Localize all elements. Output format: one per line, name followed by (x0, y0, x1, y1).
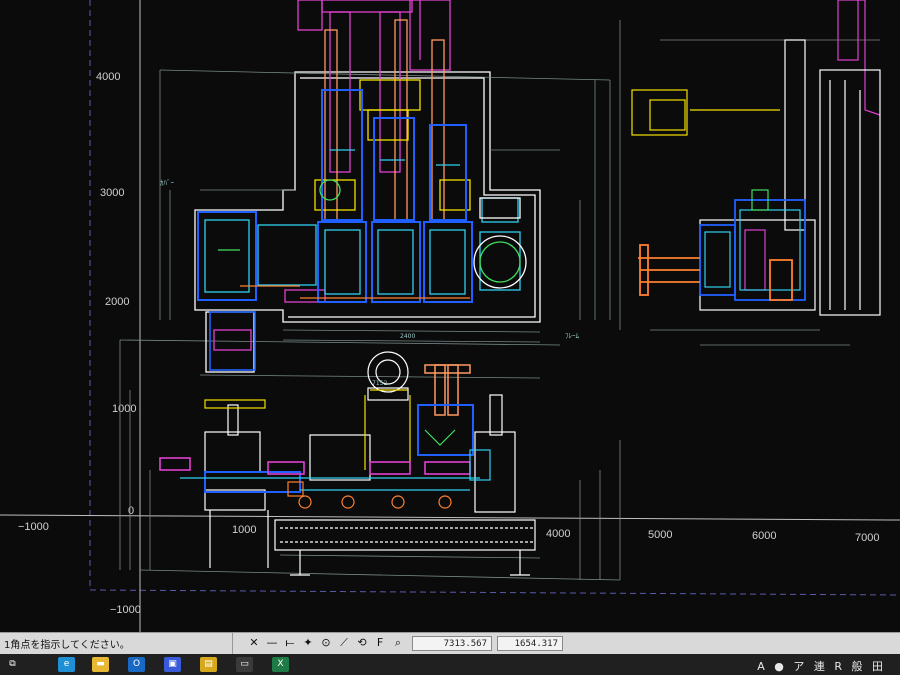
excel-icon[interactable]: X (272, 657, 289, 672)
polyline-tool[interactable]: ⟝ (282, 635, 298, 651)
y-label-0: 0 (128, 505, 134, 517)
dim-2400: 2400 (400, 333, 415, 340)
x-label-7000: 7000 (855, 532, 879, 544)
line-tool[interactable]: — (264, 635, 280, 651)
edge-icon[interactable]: e (58, 657, 75, 672)
y-label-1000: 1000 (112, 403, 136, 415)
zoom-tool[interactable]: ⌕ (390, 635, 406, 651)
dim-7152: 7152 (372, 380, 387, 387)
y-label-4000: 4000 (96, 71, 120, 83)
cad-drawing-canvas[interactable]: 4000 3000 2000 1000 0 −1000 −1000 1000 4… (0, 0, 900, 632)
notes-app-icon[interactable]: ▤ (200, 657, 217, 672)
prompt-box: 1角点を指示してください。 (0, 633, 233, 654)
rotate-tool[interactable]: ⟲ (354, 635, 370, 651)
terminal-icon[interactable]: ▭ (236, 657, 253, 672)
x-label-5000: 5000 (648, 529, 672, 541)
cad-app-icon[interactable]: ▣ (164, 657, 181, 672)
outlook-icon[interactable]: O (128, 657, 145, 672)
plan-view (119, 0, 611, 373)
point-tool[interactable]: ✦ (300, 635, 316, 651)
coord-y-readout: 1654.317 (497, 636, 563, 651)
x-label-1000: 1000 (232, 524, 256, 536)
front-view (119, 340, 621, 581)
y-label-3000: 3000 (100, 187, 124, 199)
y-label-2000: 2000 (105, 296, 129, 308)
drawing-border (89, 0, 900, 596)
x-label-6000: 6000 (752, 530, 776, 542)
file-explorer-icon[interactable]: ▬ (92, 657, 109, 672)
command-bar: 1角点を指示してください。 ✕ — ⟝ ✦ ⊙ ⟋ ⟲ F ⌕ 7313.567 1654.31… (0, 632, 900, 654)
x-label-minus-1000: −1000 (18, 521, 49, 533)
side-view (619, 0, 881, 346)
windows-taskbar: ⧉ e ▬ O ▣ ▤ ▭ X A ● ア 連 R 般 田 (0, 654, 900, 675)
snap-toolbar: ✕ — ⟝ ✦ ⊙ ⟋ ⟲ F ⌕ (246, 635, 406, 652)
y-label-minus-1000: −1000 (110, 604, 141, 616)
cover-note: ｶﾊﾞｰ (160, 179, 174, 187)
x-label-4000: 4000 (546, 528, 570, 540)
arc-tool[interactable]: ⟋ (336, 635, 352, 651)
font-tool[interactable]: F (372, 635, 388, 651)
task-view-icon[interactable]: ⧉ (4, 657, 21, 672)
circle-tool[interactable]: ⊙ (318, 635, 334, 651)
system-tray[interactable]: A ● ア 連 R 般 田 (757, 658, 886, 674)
cross-tool[interactable]: ✕ (246, 635, 262, 651)
coord-x-readout: 7313.567 (412, 636, 492, 651)
command-prompt: 1角点を指示してください。 (4, 640, 130, 651)
frame-note: ﾌﾚｰﾑ (565, 332, 579, 340)
